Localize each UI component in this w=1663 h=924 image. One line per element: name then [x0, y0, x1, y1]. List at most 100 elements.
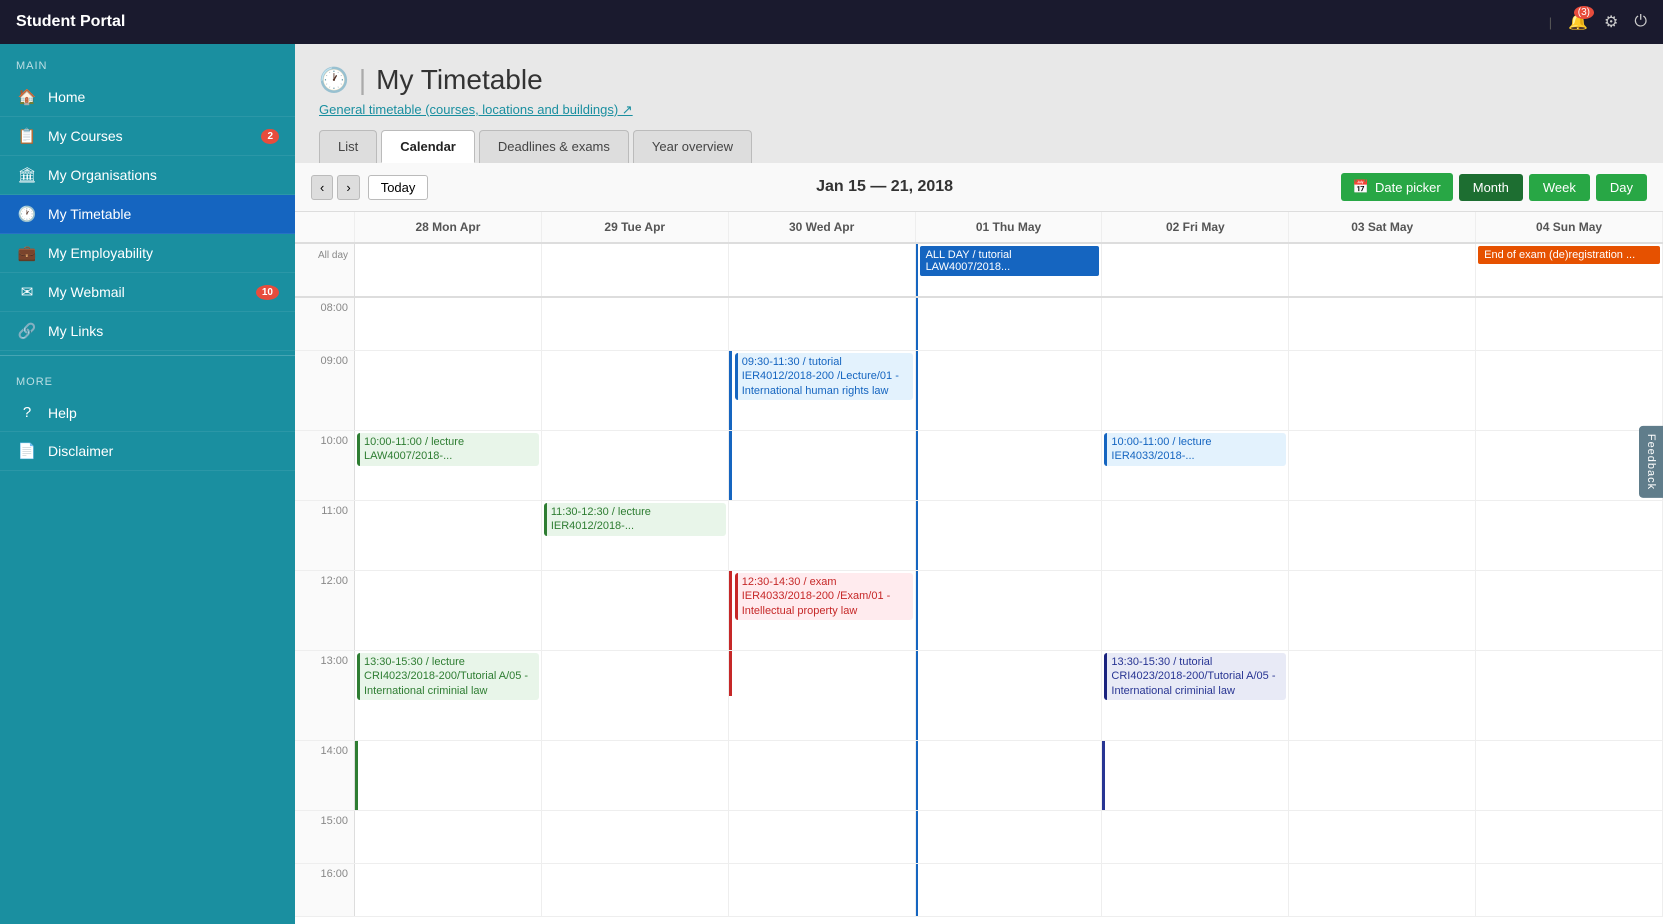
- topbar: Student Portal | 🔔 (3) ⚙ ⏻: [0, 0, 1663, 44]
- cal-0800-sun: [1476, 298, 1663, 350]
- cal-row-1200: 12:00 12:30-14:30 / exam IER4033/2018-20…: [295, 571, 1663, 651]
- cal-1600-fri: [1102, 864, 1289, 916]
- cal-1600-sun: [1476, 864, 1663, 916]
- sidebar-item-my-webmail[interactable]: ✉ My Webmail 10: [0, 273, 295, 312]
- cal-time-0900: 09:00: [295, 351, 355, 430]
- cal-allday-row: All day ALL DAY / tutorial LAW4007/2018.…: [295, 244, 1663, 298]
- sidebar-item-my-timetable[interactable]: 🕐 My Timetable: [0, 195, 295, 234]
- cal-next-btn[interactable]: ›: [337, 175, 359, 200]
- cal-allday-fri: [1102, 244, 1289, 296]
- cal-row-1300: 13:00 13:30-15:30 / lecture CRI4023/2018…: [295, 651, 1663, 741]
- page-subtitle[interactable]: General timetable (courses, locations an…: [319, 102, 1639, 118]
- event-mon-lecture-cri[interactable]: 13:30-15:30 / lecture CRI4023/2018-200/T…: [357, 653, 539, 700]
- sidebar-item-help[interactable]: ? Help: [0, 394, 295, 432]
- cal-header-row: 28 Mon Apr 29 Tue Apr 30 Wed Apr 01 Thu …: [295, 212, 1663, 244]
- cal-1600-thu: [916, 864, 1103, 916]
- cal-1400-sun: [1476, 741, 1663, 810]
- tabs: List Calendar Deadlines & exams Year ove…: [319, 130, 1639, 163]
- event-fri-lecture-ier[interactable]: 10:00-11:00 / lecture IER4033/2018-...: [1104, 433, 1286, 466]
- cal-1600-tue: [542, 864, 729, 916]
- sidebar-item-my-courses[interactable]: 📋 My Courses 2: [0, 117, 295, 156]
- cal-day-btn[interactable]: Day: [1596, 174, 1647, 201]
- cal-month-btn[interactable]: Month: [1459, 174, 1523, 201]
- notifications-bell[interactable]: 🔔 (3): [1568, 12, 1588, 32]
- cal-allday-sat: [1289, 244, 1476, 296]
- tab-year-overview[interactable]: Year overview: [633, 130, 752, 163]
- feedback-btn[interactable]: Feedback: [1639, 426, 1663, 498]
- cal-allday-tue: [542, 244, 729, 296]
- app-title: Student Portal: [16, 13, 125, 31]
- cal-0800-wed: [729, 298, 916, 350]
- event-wed-tutorial[interactable]: 09:30-11:30 / tutorial IER4012/2018-200 …: [735, 353, 913, 400]
- cal-date-picker-btn[interactable]: 📅 Date picker: [1341, 173, 1453, 201]
- cal-1500-tue: [542, 811, 729, 863]
- cal-1300-thu: [916, 651, 1103, 740]
- page-title: My Timetable: [376, 64, 543, 96]
- cal-allday-thu: ALL DAY / tutorial LAW4007/2018...: [916, 244, 1103, 296]
- allday-event-thu[interactable]: ALL DAY / tutorial LAW4007/2018...: [920, 246, 1100, 276]
- topbar-right: | 🔔 (3) ⚙ ⏻: [1549, 12, 1647, 32]
- cal-1200-sat: [1289, 571, 1476, 650]
- event-wed-exam[interactable]: 12:30-14:30 / exam IER4033/2018-200 /Exa…: [735, 573, 913, 620]
- event-fri-tutorial-cri[interactable]: 13:30-15:30 / tutorial CRI4023/2018-200/…: [1104, 653, 1286, 700]
- sidebar-item-my-links[interactable]: 🔗 My Links: [0, 312, 295, 351]
- cal-allday-wed: [729, 244, 916, 296]
- cal-1200-thu: [916, 571, 1103, 650]
- sidebar-label-my-links: My Links: [48, 323, 279, 339]
- cal-1100-thu: [916, 501, 1103, 570]
- cal-today-btn[interactable]: Today: [368, 175, 429, 200]
- cal-row-1400: 14:00: [295, 741, 1663, 811]
- organisations-icon: 🏛: [16, 166, 38, 184]
- event-tue-lecture-ier[interactable]: 11:30-12:30 / lecture IER4012/2018-...: [544, 503, 726, 536]
- tab-deadlines-exams[interactable]: Deadlines & exams: [479, 130, 629, 163]
- cal-header-tue: 29 Tue Apr: [542, 212, 729, 242]
- cal-1300-sat: [1289, 651, 1476, 740]
- cal-prev-btn[interactable]: ‹: [311, 175, 333, 200]
- sidebar-item-my-organisations[interactable]: 🏛 My Organisations: [0, 156, 295, 195]
- sidebar: Main 🏠 Home 📋 My Courses 2 🏛 My Organisa…: [0, 44, 295, 924]
- cal-1100-wed: [729, 501, 916, 570]
- cal-0800-tue: [542, 298, 729, 350]
- timetable-icon: 🕐: [16, 205, 38, 223]
- sidebar-main-label: Main: [0, 44, 295, 78]
- logout-icon[interactable]: ⏻: [1634, 13, 1647, 31]
- cal-1000-sun: [1476, 431, 1663, 500]
- cal-week-btn[interactable]: Week: [1529, 174, 1590, 201]
- cal-1300-mon: 13:30-15:30 / lecture CRI4023/2018-200/T…: [355, 651, 542, 740]
- calendar-icon: 📅: [1353, 179, 1369, 195]
- cal-header-wed: 30 Wed Apr: [729, 212, 916, 242]
- cal-row-1100: 11:00 11:30-12:30 / lecture IER4012/2018…: [295, 501, 1663, 571]
- cal-1000-sat: [1289, 431, 1476, 500]
- courses-badge: 2: [261, 129, 279, 144]
- separator: |: [1549, 15, 1552, 30]
- cal-1100-tue: 11:30-12:30 / lecture IER4012/2018-...: [542, 501, 729, 570]
- allday-event-sun[interactable]: End of exam (de)registration ...: [1478, 246, 1660, 264]
- page-title-row: 🕐 | My Timetable: [319, 64, 1639, 96]
- cal-0900-wed: 09:30-11:30 / tutorial IER4012/2018-200 …: [729, 351, 916, 430]
- cal-allday-label: All day: [295, 244, 355, 296]
- event-mon-lecture-law[interactable]: 10:00-11:00 / lecture LAW4007/2018-...: [357, 433, 539, 466]
- sidebar-label-my-timetable: My Timetable: [48, 206, 279, 222]
- cal-1200-wed: 12:30-14:30 / exam IER4033/2018-200 /Exa…: [729, 571, 916, 650]
- sidebar-label-my-organisations: My Organisations: [48, 167, 279, 183]
- settings-icon[interactable]: ⚙: [1604, 12, 1618, 32]
- cal-1100-fri: [1102, 501, 1289, 570]
- sidebar-item-home[interactable]: 🏠 Home: [0, 78, 295, 117]
- cal-1600-sat: [1289, 864, 1476, 916]
- cal-1500-wed: [729, 811, 916, 863]
- cal-header-sun: 04 Sun May: [1476, 212, 1663, 242]
- sidebar-item-disclaimer[interactable]: 📄 Disclaimer: [0, 432, 295, 471]
- cal-row-0800: 08:00: [295, 298, 1663, 351]
- sidebar-item-my-employability[interactable]: 💼 My Employability: [0, 234, 295, 273]
- employability-icon: 💼: [16, 244, 38, 262]
- cal-1100-mon: [355, 501, 542, 570]
- cal-0800-mon: [355, 298, 542, 350]
- cal-time-1300: 13:00: [295, 651, 355, 740]
- help-icon: ?: [16, 404, 38, 421]
- cal-time-1200: 12:00: [295, 571, 355, 650]
- tab-list[interactable]: List: [319, 130, 377, 163]
- tab-calendar[interactable]: Calendar: [381, 130, 475, 163]
- cal-time-1600: 16:00: [295, 864, 355, 916]
- cal-1500-fri: [1102, 811, 1289, 863]
- cal-1100-sun: [1476, 501, 1663, 570]
